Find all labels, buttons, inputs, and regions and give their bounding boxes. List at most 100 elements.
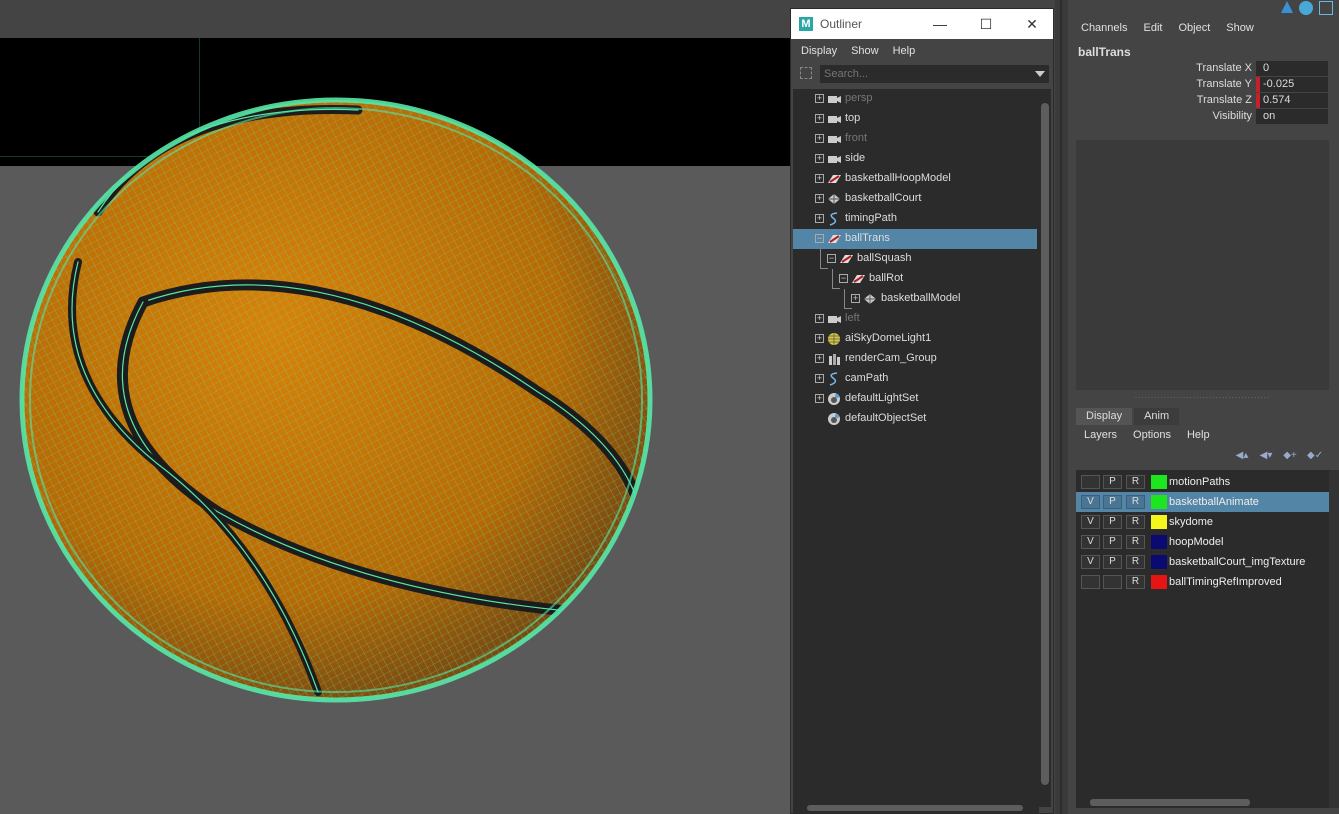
visibility-toggle[interactable]	[1081, 575, 1100, 589]
layer-color-swatch[interactable]	[1151, 515, 1167, 529]
playback-toggle[interactable]: P	[1103, 555, 1122, 569]
outliner-item[interactable]: − ballTrans	[793, 229, 1037, 249]
horizontal-scrollbar[interactable]	[793, 803, 1039, 813]
visibility-toggle[interactable]: V	[1081, 555, 1100, 569]
outliner-window[interactable]: M Outliner — ☐ ✕ Display Show Help + pers…	[790, 8, 1054, 814]
layer-row[interactable]: V P Rskydome	[1076, 512, 1329, 532]
chevron-down-icon[interactable]	[1035, 71, 1045, 77]
visibility-toggle[interactable]: V	[1081, 515, 1100, 529]
menu-options[interactable]: Options	[1133, 429, 1171, 441]
outliner-item[interactable]: + basketballCourt	[793, 189, 1037, 209]
new-layer-selected-icon[interactable]: ◆✓	[1307, 450, 1323, 462]
outliner-item[interactable]: + renderCam_Group	[793, 349, 1037, 369]
outliner-item[interactable]: + front	[793, 129, 1037, 149]
scroll-thumb[interactable]	[1041, 103, 1049, 785]
outliner-item[interactable]: + basketballModel	[793, 289, 1037, 309]
visibility-toggle[interactable]: V	[1081, 535, 1100, 549]
outliner-item[interactable]: + left	[793, 309, 1037, 329]
search-input[interactable]	[820, 65, 1049, 83]
expand-toggle[interactable]: +	[815, 154, 824, 163]
tool-settings-icon[interactable]	[1299, 1, 1313, 15]
layer-color-swatch[interactable]	[1151, 555, 1167, 569]
layer-color-swatch[interactable]	[1151, 475, 1167, 489]
menu-channels[interactable]: Channels	[1081, 22, 1127, 34]
expand-toggle[interactable]: +	[815, 394, 824, 403]
viewport-panel[interactable]	[0, 0, 790, 814]
expand-toggle[interactable]: −	[827, 254, 836, 263]
channel-value-field[interactable]: on	[1256, 109, 1328, 124]
channel-row[interactable]: Translate X 0	[1068, 60, 1339, 76]
basketball-wireframe-model[interactable]	[18, 92, 668, 712]
expand-toggle[interactable]: +	[815, 174, 824, 183]
channel-row[interactable]: Translate Y -0.025	[1068, 76, 1339, 92]
outliner-item[interactable]: + timingPath	[793, 209, 1037, 229]
playback-toggle[interactable]: P	[1103, 475, 1122, 489]
new-layer-icon[interactable]: ◆+	[1283, 450, 1297, 462]
panel-divider[interactable]	[1055, 0, 1068, 814]
outliner-item[interactable]: + camPath	[793, 369, 1037, 389]
layer-row[interactable]: V P RbasketballAnimate	[1076, 492, 1329, 512]
outliner-item[interactable]: + persp	[793, 89, 1037, 109]
menu-show[interactable]: Show	[1226, 22, 1254, 34]
layer-row[interactable]: V P RbasketballCourt_imgTexture	[1076, 552, 1329, 572]
menu-object[interactable]: Object	[1178, 22, 1210, 34]
playback-toggle[interactable]: P	[1103, 515, 1122, 529]
menu-help[interactable]: Help	[1187, 429, 1210, 441]
outliner-titlebar[interactable]: M Outliner — ☐ ✕	[791, 9, 1053, 39]
outliner-item[interactable]: + side	[793, 149, 1037, 169]
scroll-thumb[interactable]	[1090, 799, 1250, 806]
outliner-item[interactable]: + top	[793, 109, 1037, 129]
maximize-button[interactable]: ☐	[963, 9, 1009, 39]
expand-toggle[interactable]: +	[815, 334, 824, 343]
expand-toggle[interactable]: +	[851, 294, 860, 303]
horizontal-scrollbar[interactable]	[1076, 796, 1329, 808]
close-button[interactable]: ✕	[1009, 9, 1055, 39]
expand-toggle[interactable]: +	[815, 374, 824, 383]
expand-toggle[interactable]: −	[839, 274, 848, 283]
outliner-item[interactable]: defaultObjectSet	[793, 409, 1037, 429]
playback-toggle[interactable]: P	[1103, 535, 1122, 549]
filter-icon[interactable]	[800, 67, 812, 79]
layer-row[interactable]: P RmotionPaths	[1076, 472, 1329, 492]
outliner-item[interactable]: + defaultLightSet	[793, 389, 1037, 409]
channel-box-icon[interactable]	[1319, 1, 1333, 15]
attribute-editor-icon[interactable]	[1281, 1, 1293, 13]
vertical-scrollbar[interactable]	[1039, 89, 1051, 807]
outliner-tree[interactable]: + persp + top + front + side + basketballHoopMode…	[793, 89, 1039, 803]
expand-toggle[interactable]: +	[815, 114, 824, 123]
vertical-scrollbar[interactable]	[1329, 470, 1339, 808]
channel-value-field[interactable]: -0.025	[1256, 77, 1328, 92]
outliner-item[interactable]: + basketballHoopModel	[793, 169, 1037, 189]
visibility-toggle[interactable]: V	[1081, 495, 1100, 509]
minimize-button[interactable]: —	[917, 9, 963, 39]
reference-toggle[interactable]: R	[1126, 495, 1145, 509]
expand-toggle[interactable]: +	[815, 134, 824, 143]
tab-display[interactable]: Display	[1076, 408, 1133, 425]
playback-toggle[interactable]	[1103, 575, 1122, 589]
layer-row[interactable]: V P RhoopModel	[1076, 532, 1329, 552]
playback-toggle[interactable]: P	[1103, 495, 1122, 509]
channel-value-field[interactable]: 0.574	[1256, 93, 1328, 108]
reference-toggle[interactable]: R	[1126, 555, 1145, 569]
channel-row[interactable]: Translate Z 0.574	[1068, 92, 1339, 108]
expand-toggle[interactable]: +	[815, 94, 824, 103]
reference-toggle[interactable]: R	[1126, 475, 1145, 489]
layer-row[interactable]: RballTimingRefImproved	[1076, 572, 1329, 592]
menu-layers[interactable]: Layers	[1084, 429, 1117, 441]
scroll-thumb[interactable]	[807, 805, 1023, 811]
outliner-item[interactable]: + aiSkyDomeLight1	[793, 329, 1037, 349]
outliner-item[interactable]: − ballRot	[793, 269, 1037, 289]
expand-toggle[interactable]: −	[815, 234, 824, 243]
reference-toggle[interactable]: R	[1126, 515, 1145, 529]
channel-row[interactable]: Visibility on	[1068, 108, 1339, 124]
move-layer-down-icon[interactable]: ◀▾	[1259, 450, 1273, 462]
expand-toggle[interactable]: +	[815, 214, 824, 223]
menu-help[interactable]: Help	[893, 45, 916, 57]
tab-anim[interactable]: Anim	[1134, 408, 1180, 425]
layer-color-swatch[interactable]	[1151, 535, 1167, 549]
menu-edit[interactable]: Edit	[1143, 22, 1162, 34]
reference-toggle[interactable]: R	[1126, 535, 1145, 549]
channel-value-field[interactable]: 0	[1256, 61, 1328, 76]
visibility-toggle[interactable]	[1081, 475, 1100, 489]
layer-color-swatch[interactable]	[1151, 495, 1167, 509]
